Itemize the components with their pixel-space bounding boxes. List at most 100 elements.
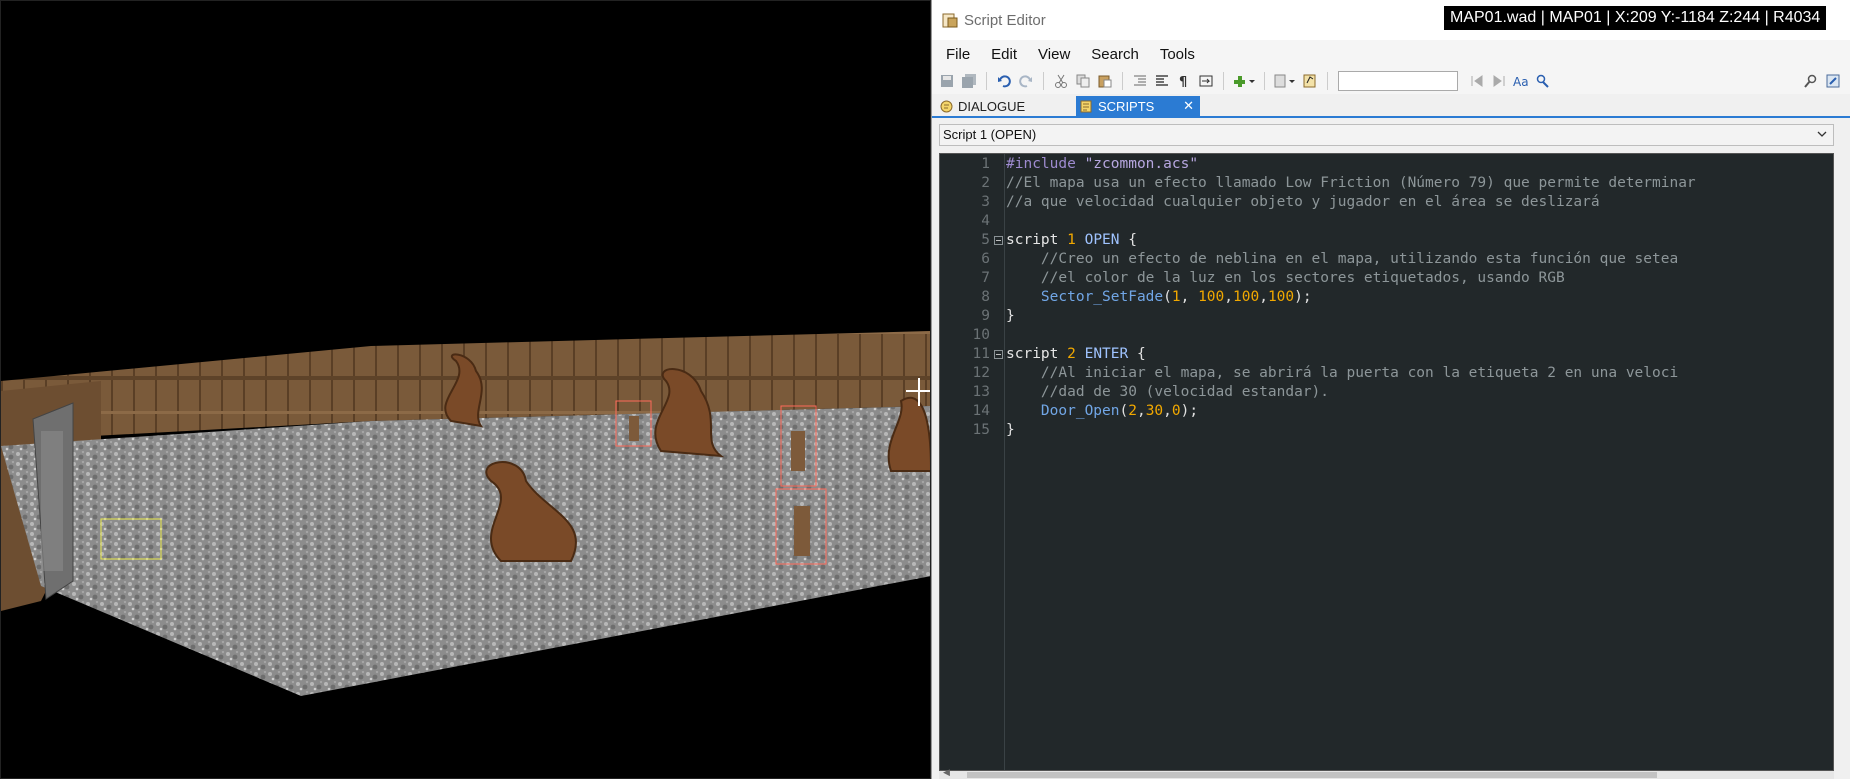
save-icon[interactable]	[937, 71, 957, 91]
script-icon	[1080, 100, 1092, 112]
line-number: 2	[981, 175, 990, 191]
code-line[interactable]: 12 //Al iniciar el mapa, se abrirá la pu…	[940, 364, 1833, 383]
toolbar-separator	[1223, 72, 1224, 90]
toolbar-separator	[1043, 72, 1044, 90]
toolbar-separator	[1264, 72, 1265, 90]
line-number: 5	[981, 232, 990, 248]
find-input[interactable]	[1338, 71, 1458, 91]
code-text: }	[1006, 422, 1015, 438]
menu-bar: File Edit View Search Tools	[932, 40, 1850, 68]
menu-edit[interactable]: Edit	[991, 46, 1017, 63]
menu-search[interactable]: Search	[1091, 46, 1139, 63]
line-number: 11	[972, 346, 990, 362]
code-text: //el color de la luz en los sectores eti…	[1040, 270, 1565, 286]
fold-toggle-icon[interactable]	[994, 350, 1003, 359]
code-text: script 2 ENTER {	[1006, 346, 1146, 362]
code-line[interactable]: 6 //Creo un efecto de neblina en el mapa…	[940, 250, 1833, 269]
horizontal-scrollbar[interactable]: ◀	[939, 767, 1834, 779]
code-line[interactable]: 3 //a que velocidad cualquier objeto y ju…	[940, 193, 1833, 212]
scroll-left-icon[interactable]: ◀	[943, 767, 950, 778]
line-number: 10	[972, 327, 990, 343]
code-line[interactable]: 11 script 2 ENTER {	[940, 345, 1833, 364]
script-check-icon[interactable]	[1300, 71, 1320, 91]
indent-icon[interactable]	[1130, 71, 1150, 91]
code-line[interactable]: 5 script 1 OPEN {	[940, 231, 1833, 250]
find-prev-icon[interactable]	[1467, 71, 1487, 91]
save-all-icon[interactable]	[959, 71, 979, 91]
code-line[interactable]: 10	[940, 326, 1833, 345]
line-number: 8	[981, 289, 990, 305]
window-title: Script Editor	[964, 11, 1046, 29]
wordwrap-icon[interactable]	[1196, 71, 1216, 91]
code-text: }	[1006, 308, 1015, 324]
code-editor[interactable]: 1 #include "zcommon.acs" 2 //El mapa usa un…	[939, 153, 1834, 771]
fold-toggle-icon[interactable]	[994, 236, 1003, 245]
match-case-icon[interactable]: Aa	[1511, 71, 1531, 91]
code-text: //dad de 30 (velocidad estandar).	[1040, 384, 1330, 400]
find-next-icon[interactable]	[1489, 71, 1509, 91]
script-select-dropdown[interactable]: Script 1 (OPEN)	[939, 124, 1834, 146]
line-number: 14	[972, 403, 990, 419]
code-text: //El mapa usa un efecto llamado Low Fric…	[1006, 175, 1696, 191]
chevron-down-icon	[1816, 126, 1828, 146]
line-number: 13	[972, 384, 990, 400]
code-line[interactable]: 14 Door_Open(2,30,0);	[940, 402, 1833, 421]
svg-text:Aa: Aa	[1513, 75, 1529, 88]
code-line[interactable]: 15}	[940, 421, 1833, 440]
code-text: //a que velocidad cualquier objeto y jug…	[1006, 194, 1600, 210]
code-text: script 1 OPEN {	[1006, 232, 1137, 248]
line-number: 7	[981, 270, 990, 286]
line-number: 4	[981, 213, 990, 229]
close-tab-icon[interactable]: ✕	[1183, 98, 1194, 114]
code-line[interactable]: 2 //El mapa usa un efecto llamado Low Fri…	[940, 174, 1833, 193]
tab-strip: DIALOGUE SCRIPTS ✕	[932, 94, 1850, 118]
code-line[interactable]: 4	[940, 212, 1833, 231]
script-editor-icon	[942, 13, 958, 28]
svg-text:¶: ¶	[1179, 75, 1187, 88]
tab-dialogue[interactable]: DIALOGUE	[936, 96, 1074, 116]
code-line[interactable]: 9}	[940, 307, 1833, 326]
tab-scripts[interactable]: SCRIPTS ✕	[1076, 96, 1200, 116]
dialogue-icon	[940, 100, 953, 112]
status-readout: MAP01.wad | MAP01 | X:209 Y:-1184 Z:244 …	[1444, 6, 1827, 30]
code-text: //Al iniciar el mapa, se abrirá la puert…	[1040, 365, 1679, 381]
line-number: 15	[972, 422, 990, 438]
menu-tools[interactable]: Tools	[1160, 46, 1195, 63]
code-line[interactable]: 13 //dad de 30 (velocidad estandar).	[940, 383, 1833, 402]
menu-view[interactable]: View	[1038, 46, 1070, 63]
cut-icon[interactable]	[1051, 71, 1071, 91]
undo-icon[interactable]	[994, 71, 1014, 91]
code-line[interactable]: 8 Sector_SetFade(1, 100,100,100);	[940, 288, 1833, 307]
insert-snippet-icon[interactable]	[1231, 71, 1257, 91]
toolbar-separator	[1327, 72, 1328, 90]
toolbar-separator	[1122, 72, 1123, 90]
tab-label: DIALOGUE	[958, 98, 1026, 114]
line-number: 12	[972, 365, 990, 381]
options-icon[interactable]	[1823, 71, 1843, 91]
redo-icon[interactable]	[1016, 71, 1036, 91]
code-line[interactable]: 7 //el color de la luz en los sectores e…	[940, 269, 1833, 288]
whitespace-icon[interactable]: ¶	[1174, 71, 1194, 91]
find-replace-icon[interactable]	[1533, 71, 1553, 91]
search-icon[interactable]	[1801, 71, 1821, 91]
script-select-value: Script 1 (OPEN)	[943, 127, 1037, 142]
line-number: 6	[981, 251, 990, 267]
menu-file[interactable]: File	[946, 46, 970, 63]
3d-viewport[interactable]	[0, 0, 931, 779]
line-number: 1	[981, 156, 990, 172]
code-text: Door_Open(2,30,0);	[1040, 403, 1199, 419]
code-text: Sector_SetFade(1, 100,100,100);	[1040, 289, 1312, 305]
line-number: 3	[981, 194, 990, 210]
tab-label: SCRIPTS	[1098, 98, 1155, 114]
scrollbar-thumb[interactable]	[967, 772, 1657, 778]
line-number: 9	[981, 308, 990, 324]
toolbar: ¶ Aa	[932, 68, 1850, 94]
code-text: //Creo un efecto de neblina en el mapa, …	[1040, 251, 1679, 267]
compile-icon[interactable]	[1272, 71, 1298, 91]
paste-icon[interactable]	[1095, 71, 1115, 91]
copy-icon[interactable]	[1073, 71, 1093, 91]
toolbar-separator	[986, 72, 987, 90]
unindent-icon[interactable]	[1152, 71, 1172, 91]
code-text: #include "zcommon.acs"	[1006, 156, 1199, 172]
code-line[interactable]: 1 #include "zcommon.acs"	[940, 155, 1833, 174]
